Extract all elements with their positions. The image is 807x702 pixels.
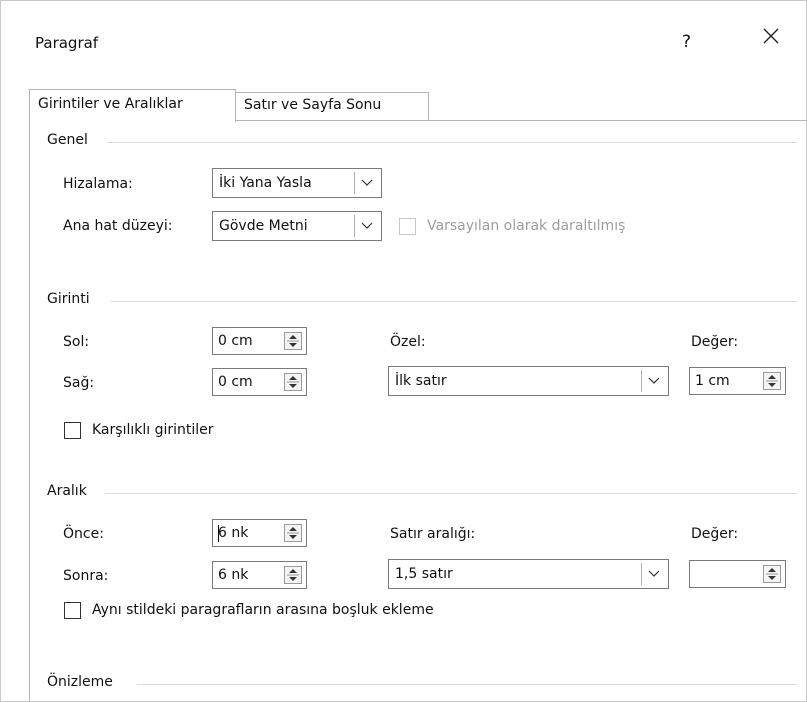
no-space-same-style-checkbox[interactable]: [64, 602, 81, 619]
indent-by-label: Değer:: [691, 334, 739, 350]
mirror-indents-checkbox[interactable]: [64, 422, 81, 439]
special-indent-value: İlk satır: [395, 373, 447, 389]
special-indent-label: Özel:: [390, 334, 426, 350]
chevron-down-icon[interactable]: [354, 215, 378, 237]
indent-right-label: Sağ:: [63, 375, 95, 391]
group-heading-general: Genel: [47, 132, 94, 148]
tab-line-and-page-breaks[interactable]: Satır ve Sayfa Sonu: [236, 92, 429, 120]
outline-level-label: Ana hat düzeyi:: [63, 218, 173, 234]
group-heading-preview: Önizleme: [47, 674, 119, 690]
alignment-label: Hizalama:: [63, 176, 133, 192]
tab-panel-left-border: [29, 120, 30, 701]
tab-label: Satır ve Sayfa Sonu: [244, 97, 382, 113]
indent-left-spinner[interactable]: 0 cm: [212, 327, 307, 355]
collapsed-by-default-label: Varsayılan olarak daraltılmış: [427, 218, 626, 234]
spacing-at-spinner[interactable]: [689, 560, 786, 588]
paragraph-dialog: Paragraf ? Girintiler ve Aralıklar Satır…: [0, 0, 807, 702]
collapsed-by-default-checkbox[interactable]: [399, 218, 416, 235]
spacing-before-value[interactable]: 6 nk: [218, 525, 248, 541]
spinner-arrows-icon[interactable]: [284, 524, 302, 542]
mirror-indents-label: Karşılıklı girintiler: [92, 422, 214, 438]
spinner-arrows-icon[interactable]: [763, 372, 781, 390]
no-space-same-style-label: Aynı stildeki paragrafların arasına boşl…: [92, 602, 434, 618]
line-spacing-label: Satır aralığı:: [390, 526, 476, 542]
alignment-value: İki Yana Yasla: [219, 175, 312, 191]
outline-level-dropdown[interactable]: Gövde Metni: [212, 211, 382, 241]
spinner-arrows-icon[interactable]: [284, 566, 302, 584]
line-spacing-value: 1,5 satır: [395, 566, 453, 582]
group-heading-indent: Girinti: [47, 291, 96, 307]
close-icon[interactable]: [761, 26, 781, 52]
spinner-arrows-icon[interactable]: [284, 373, 302, 391]
spacing-before-spinner[interactable]: 6 nk: [212, 519, 307, 547]
tab-indents-and-spacing[interactable]: Girintiler ve Aralıklar: [29, 89, 236, 122]
indent-left-label: Sol:: [63, 334, 90, 350]
indent-by-spinner[interactable]: 1 cm: [689, 367, 786, 395]
group-rule-indent: [111, 301, 797, 302]
chevron-down-icon[interactable]: [641, 370, 665, 392]
alignment-dropdown[interactable]: İki Yana Yasla: [212, 168, 382, 198]
spacing-after-label: Sonra:: [63, 568, 109, 584]
indent-right-spinner[interactable]: 0 cm: [212, 368, 307, 396]
special-indent-dropdown[interactable]: İlk satır: [388, 366, 669, 396]
chevron-down-icon[interactable]: [641, 563, 665, 585]
spacing-at-label: Değer:: [691, 526, 739, 542]
indent-right-value: 0 cm: [218, 374, 253, 390]
text-caret: [218, 525, 219, 542]
group-heading-spacing: Aralık: [47, 483, 93, 499]
group-rule-general: [107, 142, 797, 143]
spacing-after-value: 6 nk: [218, 567, 249, 583]
spinner-arrows-icon[interactable]: [284, 332, 302, 350]
outline-level-value: Gövde Metni: [219, 218, 308, 234]
group-rule-preview: [137, 684, 797, 685]
chevron-down-icon[interactable]: [354, 172, 378, 194]
help-icon[interactable]: ?: [682, 32, 691, 52]
spacing-after-spinner[interactable]: 6 nk: [212, 561, 307, 589]
indent-by-value: 1 cm: [695, 373, 730, 389]
group-rule-spacing: [105, 493, 797, 494]
spinner-arrows-icon[interactable]: [763, 565, 781, 583]
spacing-before-label: Önce:: [63, 526, 104, 542]
tab-label: Girintiler ve Aralıklar: [38, 96, 183, 112]
indent-left-value: 0 cm: [218, 333, 253, 349]
line-spacing-dropdown[interactable]: 1,5 satır: [388, 559, 669, 589]
dialog-title: Paragraf: [35, 34, 99, 52]
